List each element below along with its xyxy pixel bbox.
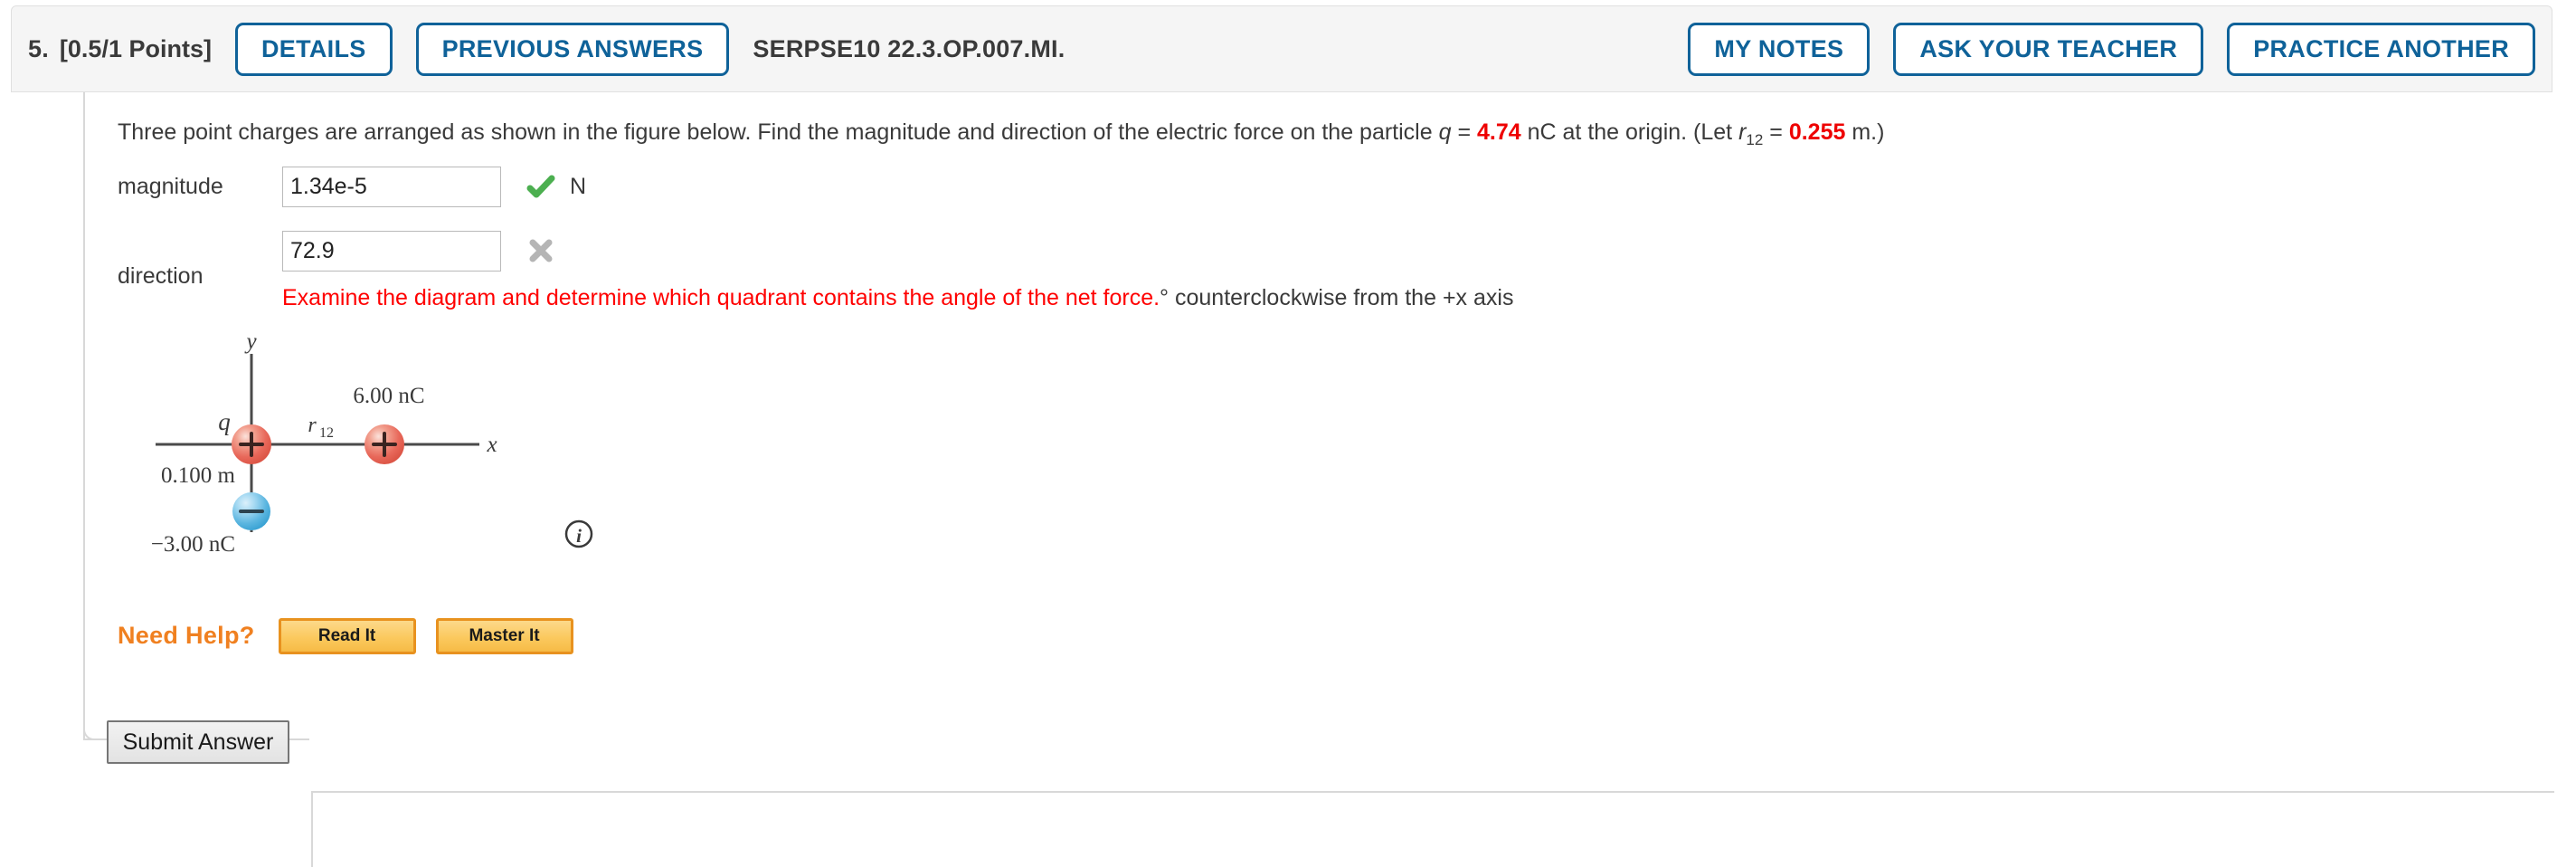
- my-notes-button[interactable]: MY NOTES: [1688, 22, 1870, 76]
- magnitude-row: magnitude N: [118, 162, 2469, 213]
- submit-shelf-vertical-divider: [311, 791, 313, 867]
- question-number: 5.: [28, 34, 49, 62]
- magnitude-label: magnitude: [118, 174, 223, 200]
- prompt-eq-1: =: [1451, 119, 1477, 145]
- question-code: SERPSE10 22.3.OP.007.MI.: [753, 34, 1065, 62]
- submit-answer-button[interactable]: Submit Answer: [107, 720, 289, 764]
- r12-subscript: 12: [319, 425, 334, 441]
- info-icon[interactable]: i: [564, 519, 593, 548]
- charge-neg3nc-label: −3.00 nC: [151, 532, 235, 557]
- question-prompt: Three point charges are arranged as show…: [118, 118, 2469, 151]
- info-icon-glyph: i: [576, 525, 582, 547]
- master-it-button[interactable]: Master It: [435, 617, 573, 654]
- direction-label: direction: [118, 262, 204, 289]
- practice-another-button[interactable]: PRACTICE ANOTHER: [2227, 22, 2535, 76]
- prompt-part-2: nC at the origin. (Let: [1520, 119, 1739, 145]
- need-help-section: Need Help? Read It Master It: [118, 617, 2469, 654]
- direction-input[interactable]: [282, 230, 501, 272]
- direction-row: direction Examine the diagram and determ…: [118, 220, 2469, 321]
- direction-feedback-suffix: ° counterclockwise from the +x axis: [1160, 284, 1514, 310]
- x-axis-label: x: [486, 433, 497, 457]
- header-actions: MY NOTES ASK YOUR TEACHER PRACTICE ANOTH…: [1688, 22, 2535, 76]
- question-content: Three point charges are arranged as show…: [118, 92, 2469, 654]
- ask-your-teacher-button[interactable]: ASK YOUR TEACHER: [1893, 22, 2204, 76]
- magnitude-unit: N: [570, 174, 587, 200]
- previous-answers-button[interactable]: PREVIOUS ANSWERS: [415, 22, 730, 76]
- charge-diagram-svg: y x q r 12 6.00 nC 0.100 m −3.00 nC i: [151, 329, 593, 557]
- question-points: [0.5/1 Points]: [59, 34, 212, 62]
- charge-6nc-label: 6.00 nC: [353, 384, 424, 408]
- direction-feedback: Examine the diagram and determine which …: [282, 285, 1513, 311]
- distance-label: 0.100 m: [161, 463, 236, 488]
- prompt-part-3: m.): [1845, 119, 1885, 145]
- magnitude-input[interactable]: [282, 167, 501, 208]
- direction-feedback-message: Examine the diagram and determine which …: [282, 284, 1160, 310]
- question-header: 5. [0.5/1 Points] DETAILS PREVIOUS ANSWE…: [11, 5, 2552, 92]
- r12-label: r: [308, 414, 317, 437]
- body-left-divider: [83, 92, 85, 740]
- question-body: Three point charges are arranged as show…: [11, 92, 2554, 867]
- submit-shelf-divider: [311, 791, 2554, 793]
- need-help-label: Need Help?: [118, 622, 255, 650]
- prompt-q-symbol: q: [1438, 119, 1452, 145]
- magnitude-correct-icon: [516, 173, 566, 202]
- details-button[interactable]: DETAILS: [234, 22, 393, 76]
- prompt-r-value: 0.255: [1788, 119, 1846, 145]
- read-it-button[interactable]: Read It: [278, 617, 416, 654]
- charge-diagram: y x q r 12 6.00 nC 0.100 m −3.00 nC i: [118, 329, 1022, 609]
- y-axis-label: y: [243, 338, 257, 354]
- direction-incorrect-icon: [526, 236, 555, 265]
- prompt-q-value: 4.74: [1477, 119, 1521, 145]
- charge-q-label: q: [218, 408, 231, 435]
- prompt-part-1: Three point charges are arranged as show…: [118, 119, 1439, 145]
- prompt-eq-2: =: [1763, 119, 1789, 145]
- prompt-r-subscript: 12: [1746, 131, 1764, 148]
